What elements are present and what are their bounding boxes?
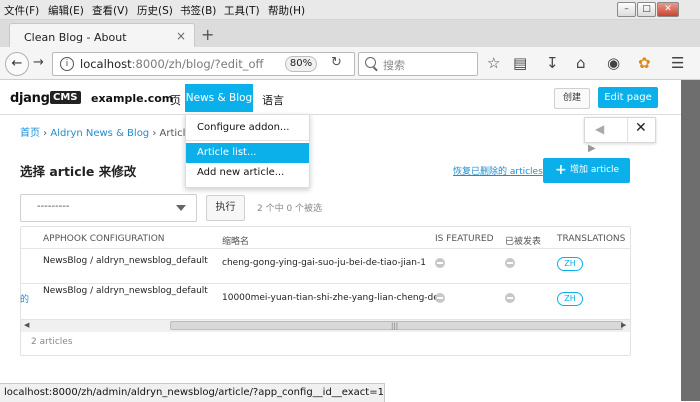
search-placeholder: 搜索 — [383, 59, 405, 72]
results-table: APPHOOK CONFIGURATION 缩略名 IS FEATURED 已被… — [20, 226, 631, 356]
hamburger-menu-icon[interactable]: ☰ — [671, 54, 684, 72]
menu-item-article-list[interactable]: Article list... — [186, 143, 309, 163]
bookmark-star-icon[interactable]: ☆ — [487, 54, 500, 72]
sideframe-controls: ◀ ✕ — [584, 117, 656, 143]
extension-icon[interactable]: ✿ — [638, 54, 651, 72]
menu-item-add-article[interactable]: Add new article... — [186, 163, 309, 183]
cell-apphook[interactable]: NewsBlog / aldryn_newsblog_default — [43, 256, 208, 266]
column-header-translations[interactable]: TRANSLATIONS — [557, 234, 625, 244]
column-header-slug[interactable]: 缩略名 — [222, 234, 249, 247]
download-icon[interactable]: ↧ — [546, 54, 559, 72]
sideframe-divider — [627, 118, 628, 142]
menu-history[interactable]: 历史(S) — [137, 3, 173, 18]
scroll-left-icon[interactable]: ◀ — [24, 321, 29, 329]
page-edge-strip — [681, 80, 700, 401]
url-text[interactable]: localhost:8000/zh/blog/?edit_off — [80, 57, 263, 71]
search-input[interactable]: 搜索 — [358, 52, 478, 76]
arrow-left-icon: ← — [11, 56, 23, 71]
edit-page-button[interactable]: Edit page — [598, 87, 658, 108]
minimize-button[interactable]: – — [617, 2, 636, 17]
browser-menubar: 文件(F) 编辑(E) 查看(V) 历史(S) 书签(B) 工具(T) 帮助(H… — [0, 0, 700, 20]
add-article-button[interactable]: + 增加 article — [543, 158, 630, 183]
action-select[interactable]: --------- — [20, 194, 197, 222]
page-title: 选择 article 来修改 — [20, 164, 137, 179]
menu-edit[interactable]: 编辑(E) — [48, 3, 84, 18]
info-icon[interactable]: i — [60, 57, 74, 71]
new-tab-button[interactable]: + — [201, 25, 214, 44]
not-published-icon — [505, 258, 515, 268]
cell-slug[interactable]: cheng-gong-ying-gai-suo-ju-bei-de-tiao-j… — [222, 258, 426, 268]
site-menu[interactable]: example.com — [91, 92, 173, 105]
language-menu[interactable]: 语言 — [262, 92, 284, 108]
sideframe-expand-icon[interactable]: ▶ — [588, 143, 596, 154]
not-featured-icon — [435, 258, 445, 268]
action-select-value: --------- — [37, 201, 70, 212]
tab-close-icon[interactable]: × — [176, 29, 186, 43]
menu-file[interactable]: 文件(F) — [4, 3, 39, 18]
reading-list-icon[interactable]: ▤ — [513, 54, 527, 72]
translation-badge[interactable]: ZH — [557, 257, 583, 271]
not-published-icon — [505, 293, 515, 303]
breadcrumb-home[interactable]: 首页 — [20, 128, 40, 139]
scrollbar-grip: ||| — [391, 322, 399, 330]
browser-tab[interactable]: Clean Blog - About × — [9, 23, 195, 48]
menu-tools[interactable]: 工具(T) — [224, 3, 260, 18]
page-menu[interactable]: 页 — [170, 92, 181, 108]
url-bar[interactable]: i localhost:8000/zh/blog/?edit_off 80% ↻ — [52, 52, 355, 76]
pocket-icon[interactable]: ◉ — [607, 54, 620, 72]
horizontal-scrollbar[interactable]: ◀ ||| ▶ — [21, 319, 630, 332]
header-divider — [21, 248, 630, 249]
column-header-published[interactable]: 已被发表 — [505, 234, 541, 247]
tab-title: Clean Blog - About — [24, 31, 127, 44]
sideframe-close-icon[interactable]: ✕ — [635, 120, 647, 136]
menu-divider — [186, 140, 309, 141]
sideframe-back-icon[interactable]: ◀ — [595, 122, 604, 136]
url-host: localhost — [80, 57, 132, 71]
add-article-label: 增加 article — [570, 165, 620, 175]
window-close-button[interactable]: ✕ — [657, 2, 679, 17]
search-icon — [365, 57, 376, 68]
back-button[interactable]: ← — [5, 52, 29, 76]
not-featured-icon — [435, 293, 445, 303]
scroll-right-icon[interactable]: ▶ — [621, 321, 626, 329]
run-action-button[interactable]: 执行 — [206, 195, 245, 221]
truncated-link[interactable]: 的 — [20, 292, 29, 305]
scrollbar-thumb[interactable]: ||| — [170, 321, 623, 330]
zoom-indicator[interactable]: 80% — [285, 56, 317, 72]
plus-icon: + — [555, 162, 567, 178]
menu-view[interactable]: 查看(V) — [92, 3, 128, 18]
selection-counter: 2 个中 0 个被选 — [257, 204, 323, 214]
newsblog-dropdown: Configure addon... Article list... Add n… — [185, 114, 310, 188]
restore-deleted-link[interactable]: 恢复已删除的 articles — [453, 164, 543, 177]
menu-help[interactable]: 帮助(H) — [268, 3, 305, 18]
chevron-down-icon — [176, 205, 186, 211]
menu-item-configure-addon[interactable]: Configure addon... — [186, 118, 309, 138]
breadcrumb-app[interactable]: Aldryn News & Blog — [50, 128, 149, 139]
maximize-button[interactable]: □ — [637, 2, 656, 17]
status-url: localhost:8000/zh/admin/aldryn_newsblog/… — [4, 387, 384, 398]
cms-logo[interactable]: CMS — [50, 91, 81, 104]
url-path: :8000/zh/blog/?edit_off — [131, 57, 264, 71]
forward-button[interactable]: → — [33, 55, 44, 70]
column-header-featured[interactable]: IS FEATURED — [435, 234, 494, 244]
reload-icon[interactable]: ↻ — [331, 55, 342, 70]
breadcrumb-separator: › — [149, 128, 160, 139]
cell-apphook[interactable]: NewsBlog / aldryn_newsblog_default — [43, 286, 208, 296]
status-bar: localhost:8000/zh/admin/aldryn_newsblog/… — [0, 383, 385, 402]
result-count: 2 articles — [31, 337, 73, 347]
newsblog-menu[interactable]: News & Blog — [185, 84, 253, 112]
cell-slug[interactable]: 10000mei-yuan-tian-shi-zhe-yang-lian-che… — [222, 293, 439, 303]
column-header-apphook[interactable]: APPHOOK CONFIGURATION — [43, 234, 165, 244]
translation-badge[interactable]: ZH — [557, 292, 583, 306]
home-icon[interactable]: ⌂ — [576, 54, 586, 72]
breadcrumb: 首页 › Aldryn News & Blog › Articles — [20, 124, 197, 139]
menu-bookmarks[interactable]: 书签(B) — [180, 3, 216, 18]
breadcrumb-separator: › — [40, 128, 51, 139]
row-divider — [21, 283, 630, 284]
create-button[interactable]: 创建 — [554, 88, 590, 109]
